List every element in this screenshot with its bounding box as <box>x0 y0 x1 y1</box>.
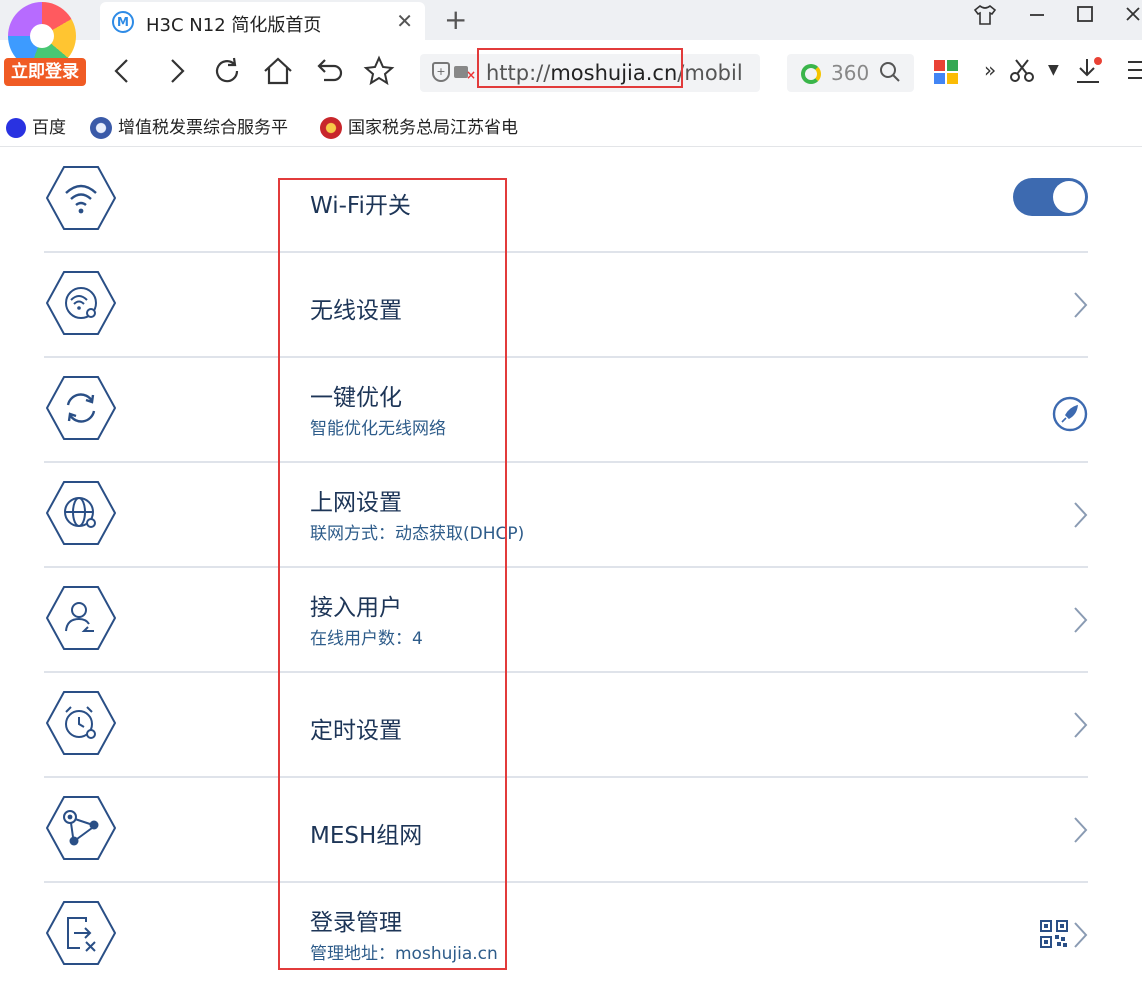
more-extensions-icon[interactable]: » <box>984 58 996 82</box>
login-button[interactable]: 立即登录 <box>4 58 86 86</box>
login-manage-icon <box>46 901 116 965</box>
browser-chrome: M H3C N12 简化版首页 ✕ + 立即登录 + × http://mosh… <box>0 0 1142 148</box>
wifi-toggle[interactable] <box>1013 178 1088 216</box>
settings-list: Wi-Fi开关 无线设置 一键优化 智能优化无线网络 上网设置 联网方式：动态获… <box>0 148 1142 971</box>
router-favicon-icon: M <box>112 11 134 33</box>
setting-row-internet[interactable]: 上网设置 联网方式：动态获取(DHCP) <box>0 463 1142 568</box>
bookmark-jiangsu-tax[interactable]: 国家税务总局江苏省电 <box>320 113 518 139</box>
download-icon[interactable] <box>1074 56 1104 92</box>
minimize-icon[interactable] <box>1022 4 1052 29</box>
alarm-clock-icon <box>46 691 116 755</box>
dropdown-caret-icon[interactable]: ▼ <box>1048 62 1059 78</box>
wifi-settings-icon <box>46 271 116 335</box>
search-engine-360-icon <box>801 64 821 84</box>
globe-badge-icon <box>90 117 112 139</box>
tab-bar: M H3C N12 简化版首页 ✕ + <box>0 0 1142 40</box>
tab-title: H3C N12 简化版首页 <box>146 15 322 36</box>
setting-row-optimize[interactable]: 一键优化 智能优化无线网络 <box>0 358 1142 463</box>
browser-logo[interactable]: 立即登录 <box>4 2 86 86</box>
wifi-icon <box>46 166 116 230</box>
skin-shirt-icon[interactable] <box>970 4 1000 31</box>
insecure-x-icon: × <box>466 68 477 82</box>
baidu-paw-icon <box>6 118 26 138</box>
security-shield-icon[interactable]: + <box>432 62 450 82</box>
chevron-right-icon[interactable] <box>1070 289 1090 321</box>
user-icon <box>46 586 116 650</box>
mesh-network-icon <box>46 796 116 860</box>
back-icon[interactable] <box>106 54 140 88</box>
search-box[interactable]: 360 <box>787 54 914 92</box>
setting-row-mesh[interactable]: MESH组网 <box>0 778 1142 883</box>
chevron-right-icon[interactable] <box>1070 604 1090 636</box>
bookmarks-bar: 百度 增值税发票综合服务平 国家税务总局江苏省电 <box>0 108 1142 144</box>
undo-icon[interactable] <box>312 54 346 88</box>
address-highlight-frame <box>477 48 683 88</box>
setting-row-login[interactable]: 登录管理 管理地址：moshujia.cn <box>0 883 1142 988</box>
chevron-right-icon[interactable] <box>1070 814 1090 846</box>
maximize-icon[interactable] <box>1070 4 1100 29</box>
qr-code-icon[interactable] <box>1040 920 1068 948</box>
new-tab-button[interactable]: + <box>444 3 467 36</box>
chevron-right-icon[interactable] <box>1070 919 1090 951</box>
setting-row-wireless[interactable]: 无线设置 <box>0 253 1142 358</box>
search-engine-label: 360 <box>831 61 870 85</box>
chevron-right-icon[interactable] <box>1070 709 1090 741</box>
rocket-icon[interactable] <box>1052 396 1088 432</box>
menu-icon[interactable] <box>1126 56 1142 90</box>
apps-grid-icon[interactable] <box>934 60 958 84</box>
chevron-right-icon[interactable] <box>1070 499 1090 531</box>
setting-row-users[interactable]: 接入用户 在线用户数：4 <box>0 568 1142 673</box>
close-window-icon[interactable] <box>1118 4 1142 29</box>
screenshot-scissors-icon[interactable] <box>1008 56 1036 90</box>
globe-settings-icon <box>46 481 116 545</box>
home-icon[interactable] <box>261 54 295 88</box>
close-tab-icon[interactable]: ✕ <box>396 9 413 33</box>
search-icon[interactable] <box>879 59 901 91</box>
refresh-icon <box>46 376 116 440</box>
tab-h3c[interactable]: M H3C N12 简化版首页 ✕ <box>100 2 425 40</box>
setting-row-wifi[interactable]: Wi-Fi开关 <box>0 148 1142 253</box>
favorite-star-icon[interactable] <box>362 54 396 88</box>
bookmark-vat-invoice[interactable]: 增值税发票综合服务平 <box>90 113 288 139</box>
highlight-frame <box>278 178 507 970</box>
bookmark-baidu[interactable]: 百度 <box>6 113 66 138</box>
reload-icon[interactable] <box>210 54 244 88</box>
setting-row-timer[interactable]: 定时设置 <box>0 673 1142 778</box>
tax-emblem-icon <box>320 117 342 139</box>
forward-icon[interactable] <box>160 54 194 88</box>
